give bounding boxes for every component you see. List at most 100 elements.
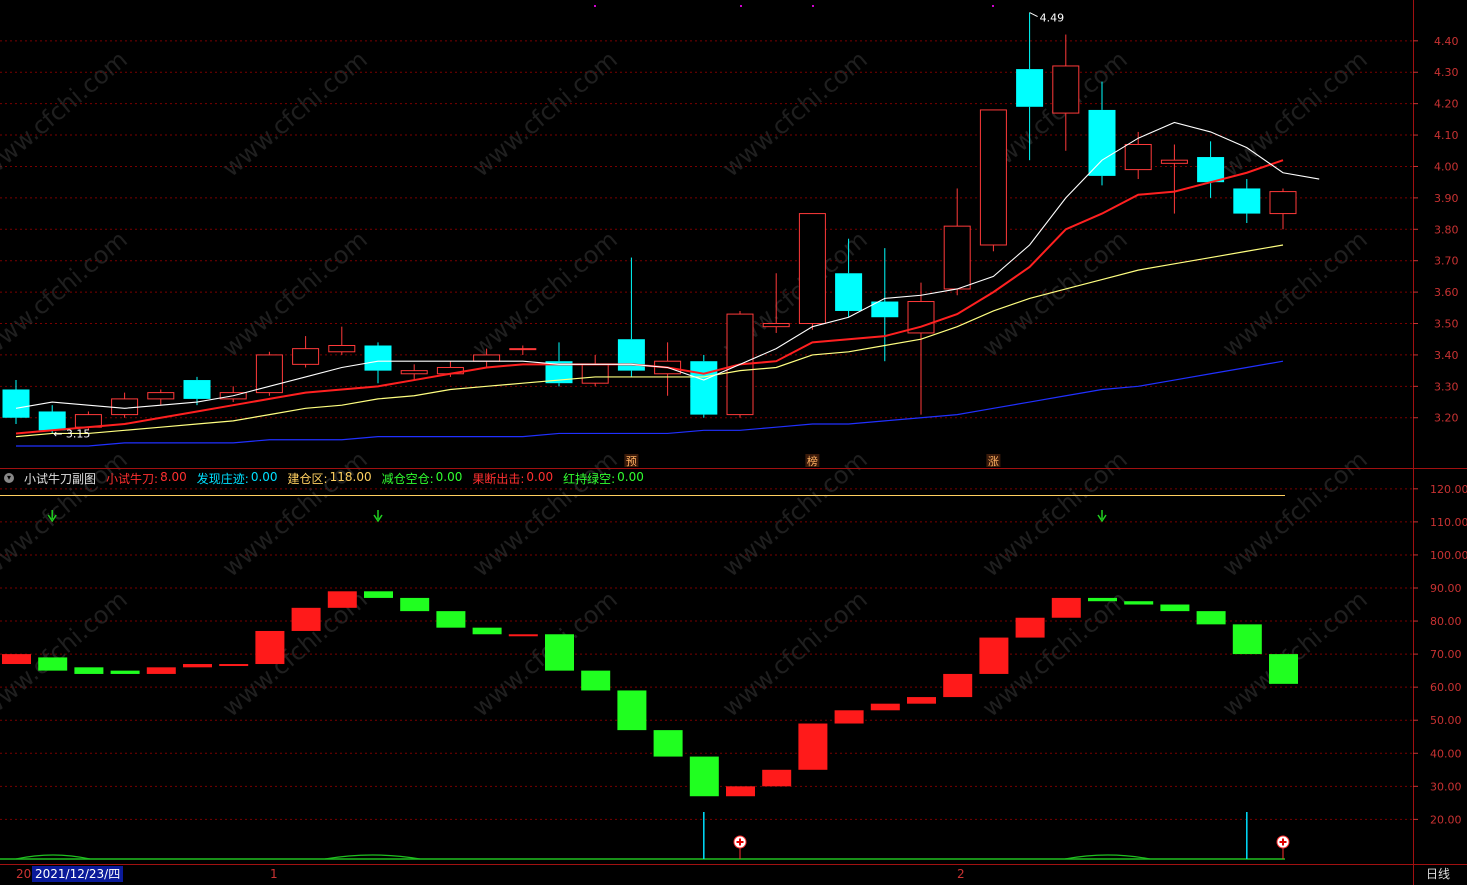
indicator-bar[interactable]	[146, 667, 176, 674]
candle[interactable]	[690, 354, 718, 418]
indicator-bar[interactable]	[1232, 624, 1262, 655]
candle[interactable]	[1160, 144, 1188, 214]
candle[interactable]	[111, 392, 139, 418]
candle[interactable]	[581, 354, 609, 387]
indicator-bar[interactable]	[581, 670, 611, 691]
indicator-bar[interactable]	[689, 756, 719, 797]
legend-label: 红持绿空:	[563, 471, 616, 486]
indicator-bar[interactable]	[617, 690, 647, 731]
indicator-bar[interactable]	[508, 634, 538, 637]
indicator-bar[interactable]	[472, 627, 502, 635]
candle-body	[255, 354, 283, 394]
event-marker[interactable]: 预	[626, 455, 637, 468]
candle[interactable]	[1124, 131, 1152, 180]
indicator-bar[interactable]	[400, 597, 430, 612]
indicator-bar[interactable]	[1051, 597, 1081, 618]
indicator-bar[interactable]	[870, 703, 900, 711]
candle-body	[798, 213, 826, 325]
y-tick-label: 20.00	[1430, 813, 1462, 826]
indicator-bar[interactable]	[291, 607, 321, 631]
indicator-bar[interactable]	[327, 591, 357, 608]
indicator-bar[interactable]	[219, 664, 249, 667]
indicator-bar[interactable]	[1088, 597, 1117, 602]
watermark-text: www.cfchi.com	[217, 45, 373, 182]
y-tick-label: 3.40	[1434, 349, 1459, 362]
watermark-text: www.cfchi.com	[1217, 225, 1373, 362]
candle[interactable]	[1197, 141, 1225, 198]
candle-body	[111, 398, 139, 416]
legend-label: 小试牛刀:	[106, 471, 159, 486]
candle[interactable]	[147, 389, 175, 406]
candle[interactable]	[292, 336, 320, 368]
legend-item: 红持绿空: 0.00	[563, 470, 644, 487]
candle[interactable]	[907, 282, 935, 415]
candle[interactable]	[1269, 188, 1297, 230]
candle[interactable]	[1233, 179, 1261, 224]
x-axis-left-stub: 20	[16, 867, 32, 881]
y-tick-label: 110.00	[1430, 516, 1467, 529]
indicator-bar[interactable]	[1160, 604, 1190, 612]
indicator-bar[interactable]	[545, 634, 574, 671]
candle[interactable]	[509, 345, 537, 355]
watermark-text: www.cfchi.com	[0, 45, 133, 182]
candle-body	[979, 109, 1007, 246]
legend-label: 减仓空仓:	[381, 471, 434, 486]
candle[interactable]	[219, 386, 247, 403]
event-marker[interactable]: 榜	[807, 454, 818, 468]
candle[interactable]	[798, 213, 826, 330]
indicator-bar[interactable]	[979, 637, 1009, 674]
y-tick-label: 4.00	[1434, 160, 1459, 173]
indicator-bar[interactable]	[74, 667, 104, 674]
y-tick-label: 30.00	[1430, 780, 1462, 793]
event-marker[interactable]: 涨	[988, 455, 999, 468]
indicator-bar[interactable]	[653, 730, 683, 757]
indicator-bar[interactable]	[1196, 611, 1226, 625]
indicator-bar[interactable]	[907, 697, 936, 704]
watermark-text: www.cfchi.com	[467, 225, 623, 362]
legend-item: 减仓空仓: 0.00	[382, 470, 463, 487]
y-tick-label: 4.10	[1434, 129, 1459, 142]
candle-body	[1269, 191, 1297, 215]
y-tick-label: 3.90	[1434, 192, 1459, 205]
indicator-legend: ▾ 小试牛刀副图 小试牛刀: 8.00 发现庄迹: 0.00 建仓区: 118.00 …	[4, 469, 644, 487]
candle[interactable]	[328, 326, 356, 355]
period-selector[interactable]: 日线	[1426, 866, 1450, 882]
candle[interactable]	[943, 188, 971, 296]
indicator-bar[interactable]	[436, 611, 466, 628]
candle-body	[1233, 188, 1261, 214]
y-tick-label: 4.20	[1434, 98, 1459, 111]
candle[interactable]	[1052, 34, 1080, 151]
candle[interactable]	[617, 257, 645, 377]
indicator-bar[interactable]	[798, 723, 828, 770]
legend-value: 8.00	[160, 469, 187, 484]
candle[interactable]	[979, 109, 1007, 252]
indicator-bar[interactable]	[1269, 654, 1298, 684]
candle-body	[147, 392, 175, 400]
indicator-bar[interactable]	[38, 657, 68, 671]
indicator-bar[interactable]	[183, 664, 212, 668]
indicator-bar[interactable]	[1124, 601, 1154, 605]
indicator-bar[interactable]	[255, 630, 285, 665]
indicator-bar[interactable]	[834, 710, 864, 724]
x-axis-month-label: 1	[270, 867, 278, 881]
legend-label: 发现庄迹:	[196, 471, 249, 486]
legend-value: 0.00	[526, 469, 554, 484]
y-tick-label: 90.00	[1430, 582, 1462, 595]
indicator-title[interactable]: 小试牛刀副图	[24, 470, 96, 487]
top-dot-marker	[812, 5, 814, 7]
candle-body	[1088, 109, 1116, 176]
candle-body	[328, 345, 356, 353]
collapse-toggle-icon[interactable]: ▾	[4, 473, 14, 483]
indicator-bar[interactable]	[762, 769, 792, 787]
y-tick-label: 4.40	[1434, 35, 1459, 48]
indicator-lines	[0, 494, 1290, 860]
candle-body	[1016, 69, 1044, 107]
indicator-bar[interactable]	[726, 786, 755, 797]
y-axis-labels: 4.40 4.30 4.20 4.10 4.00 3.90 3.80 3.70 3.60 3.50…	[1413, 35, 1467, 826]
indicator-bar[interactable]	[364, 591, 393, 598]
indicator-bar[interactable]	[943, 673, 973, 698]
indicator-bar[interactable]	[110, 670, 140, 674]
indicator-bar[interactable]	[2, 654, 31, 665]
legend-value: 0.00	[617, 469, 644, 484]
indicator-bar[interactable]	[1015, 617, 1045, 638]
